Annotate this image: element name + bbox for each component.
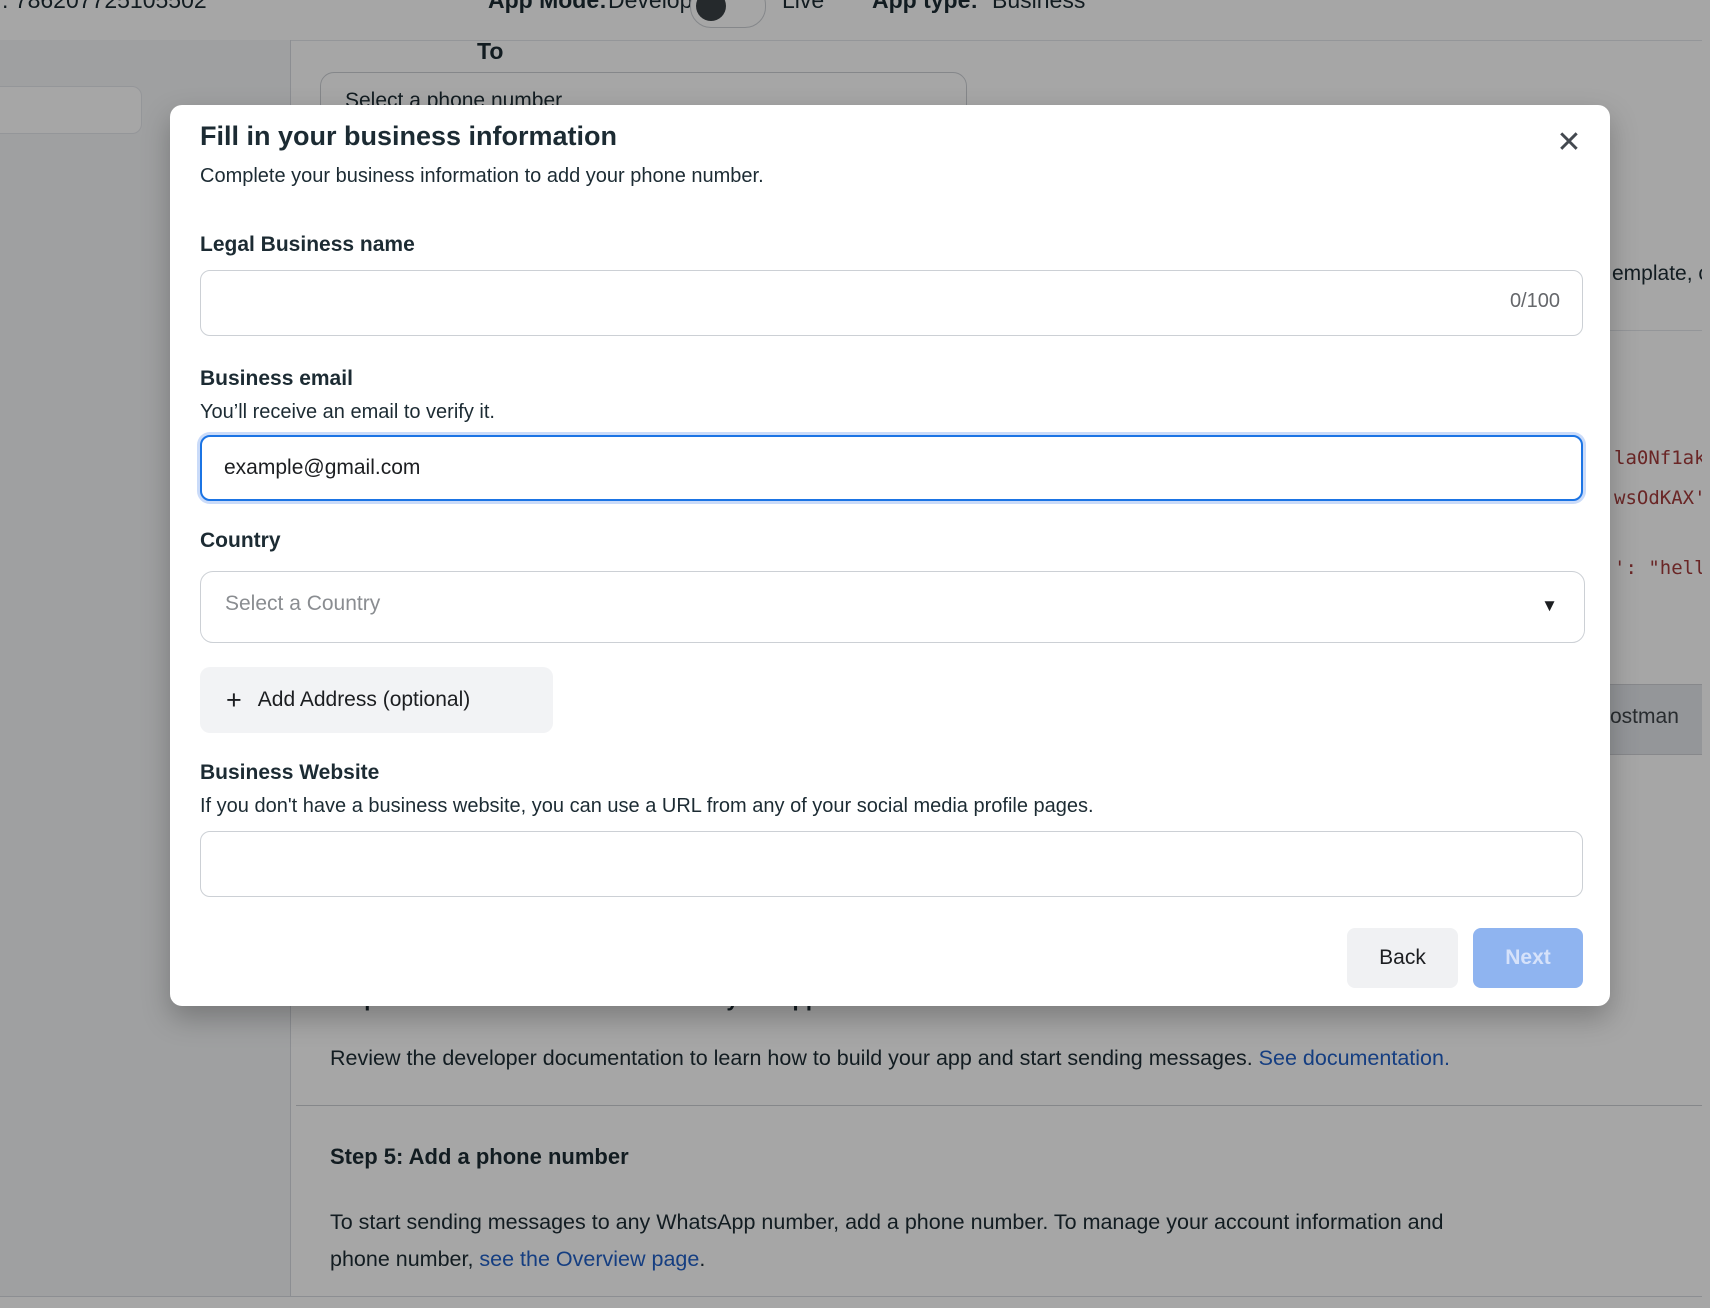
business-info-dialog: Fill in your business information Comple… bbox=[170, 105, 1610, 1006]
country-label: Country bbox=[200, 529, 281, 553]
plus-icon: + bbox=[226, 685, 242, 716]
dialog-title: Fill in your business information bbox=[200, 121, 617, 152]
next-button[interactable]: Next bbox=[1473, 928, 1583, 988]
business-website-helper: If you don't have a business website, yo… bbox=[200, 795, 1094, 818]
business-email-input[interactable] bbox=[200, 435, 1583, 501]
add-address-button[interactable]: + Add Address (optional) bbox=[200, 667, 553, 733]
screen: . 786207725105502 App Mode: Development … bbox=[0, 0, 1710, 1308]
legal-name-input[interactable] bbox=[200, 270, 1583, 336]
chevron-down-icon: ▼ bbox=[1541, 596, 1558, 616]
legal-name-label: Legal Business name bbox=[200, 233, 415, 257]
add-address-label: Add Address (optional) bbox=[258, 688, 470, 712]
close-icon[interactable]: ✕ bbox=[1550, 123, 1588, 161]
business-email-label: Business email bbox=[200, 367, 353, 391]
dialog-subtitle: Complete your business information to ad… bbox=[200, 165, 764, 188]
country-select-placeholder: Select a Country bbox=[225, 592, 380, 616]
business-website-label: Business Website bbox=[200, 761, 379, 785]
country-select[interactable]: Select a Country ▼ bbox=[200, 571, 1585, 643]
business-email-helper: You’ll receive an email to verify it. bbox=[200, 401, 495, 424]
business-website-input[interactable] bbox=[200, 831, 1583, 897]
back-button[interactable]: Back bbox=[1347, 928, 1458, 988]
char-counter: 0/100 bbox=[1510, 290, 1560, 313]
